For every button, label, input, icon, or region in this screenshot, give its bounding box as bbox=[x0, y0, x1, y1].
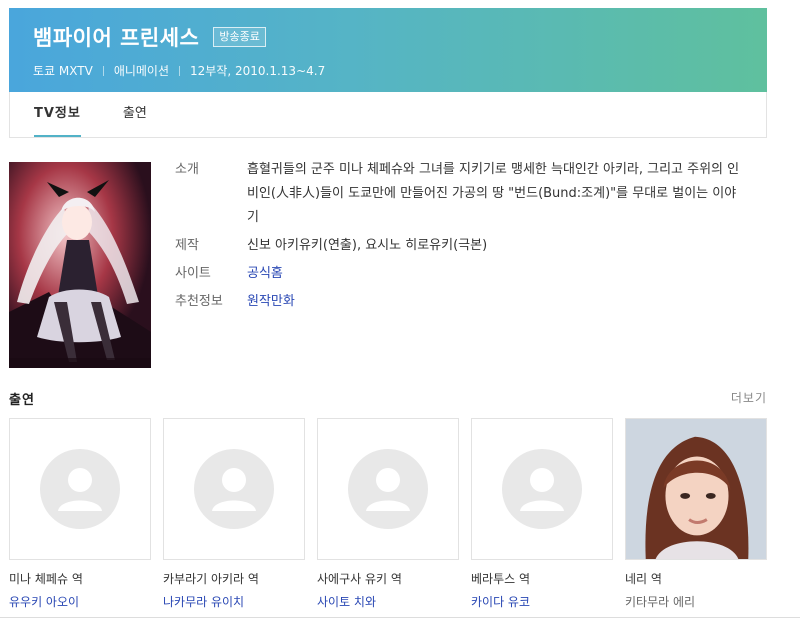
cast-role: 베라투스 역 bbox=[471, 572, 531, 586]
meta-divider bbox=[179, 65, 181, 76]
cast-photo-placeholder[interactable] bbox=[471, 418, 613, 560]
cast-photo-placeholder[interactable] bbox=[317, 418, 459, 560]
cast-photo-portrait[interactable] bbox=[625, 418, 767, 560]
tab-tv-info[interactable]: TV정보 bbox=[34, 92, 81, 137]
cast-actor-link[interactable]: 사이토 치와 bbox=[317, 593, 459, 610]
cast-actor-name: 키타무라 에리 bbox=[625, 595, 696, 609]
cast-item: 네리 역 키타무라 에리 bbox=[625, 418, 767, 610]
cast-role: 네리 역 bbox=[625, 572, 662, 586]
program-meta: 토쿄 MXTV 애니메이션 12부작, 2010.1.13~4.7 bbox=[33, 62, 743, 79]
bottom-divider bbox=[0, 617, 800, 618]
info-row-production: 제작 신보 아키유키(연출), 요시노 히로유키(극본) bbox=[175, 234, 765, 258]
recommend-label: 추천정보 bbox=[175, 294, 223, 309]
cast-actor-link[interactable]: 유우키 아오이 bbox=[9, 593, 151, 610]
person-icon bbox=[502, 449, 582, 529]
meta-channel: 토쿄 MXTV bbox=[33, 64, 93, 78]
program-header: 뱀파이어 프린세스 방송종료 토쿄 MXTV 애니메이션 12부작, 2010.… bbox=[9, 8, 767, 92]
info-row-recommend: 추천정보 원작만화 bbox=[175, 290, 765, 314]
cast-section-header: 출연 더보기 bbox=[9, 389, 767, 408]
info-row-intro: 소개 흡혈귀들의 군주 미나 체페슈와 그녀를 지키기로 맹세한 늑대인간 아키… bbox=[175, 158, 765, 230]
intro-text: 흡혈귀들의 군주 미나 체페슈와 그녀를 지키기로 맹세한 늑대인간 아키라, … bbox=[247, 162, 740, 225]
cast-actor-link[interactable]: 나카무라 유이치 bbox=[163, 593, 305, 610]
more-link[interactable]: 더보기 bbox=[731, 389, 767, 408]
production-label: 제작 bbox=[175, 238, 199, 253]
cast-item: 사에구사 유키 역 사이토 치와 bbox=[317, 418, 459, 610]
original-manga-link[interactable]: 원작만화 bbox=[247, 294, 295, 309]
production-text: 신보 아키유키(연출), 요시노 히로유키(극본) bbox=[247, 238, 488, 253]
cast-item: 베라투스 역 카이다 유코 bbox=[471, 418, 613, 610]
person-icon bbox=[348, 449, 428, 529]
official-site-link[interactable]: 공식홈 bbox=[247, 266, 283, 281]
cast-role: 미나 체페슈 역 bbox=[9, 572, 83, 586]
cast-actor-link[interactable]: 카이다 유코 bbox=[471, 593, 613, 610]
poster-artwork bbox=[9, 162, 151, 368]
page-title: 뱀파이어 프린세스 bbox=[33, 26, 200, 50]
person-icon bbox=[194, 449, 274, 529]
poster-image[interactable] bbox=[9, 162, 151, 368]
meta-episodes: 12부작, 2010.1.13~4.7 bbox=[190, 64, 326, 78]
info-row-site: 사이트 공식홈 bbox=[175, 262, 765, 286]
intro-label: 소개 bbox=[175, 162, 199, 177]
tab-bar: TV정보 출연 bbox=[9, 92, 767, 138]
person-icon bbox=[40, 449, 120, 529]
cast-photo-placeholder[interactable] bbox=[163, 418, 305, 560]
cast-item: 카부라기 아키라 역 나카무라 유이치 bbox=[163, 418, 305, 610]
cast-title: 출연 bbox=[9, 393, 35, 408]
tab-cast[interactable]: 출연 bbox=[123, 92, 147, 137]
cast-list: 미나 체페슈 역 유우키 아오이 카부라기 아키라 역 나카무라 유이치 사에구… bbox=[9, 418, 779, 610]
meta-genre: 애니메이션 bbox=[113, 64, 170, 78]
cast-role: 사에구사 유키 역 bbox=[317, 572, 402, 586]
cast-item: 미나 체페슈 역 유우키 아오이 bbox=[9, 418, 151, 610]
program-info: 소개 흡혈귀들의 군주 미나 체페슈와 그녀를 지키기로 맹세한 늑대인간 아키… bbox=[175, 158, 765, 318]
site-label: 사이트 bbox=[175, 266, 211, 281]
cast-role: 카부라기 아키라 역 bbox=[163, 572, 259, 586]
meta-divider bbox=[102, 65, 104, 76]
cast-photo-placeholder[interactable] bbox=[9, 418, 151, 560]
status-badge: 방송종료 bbox=[213, 27, 266, 47]
actor-portrait bbox=[626, 419, 766, 559]
